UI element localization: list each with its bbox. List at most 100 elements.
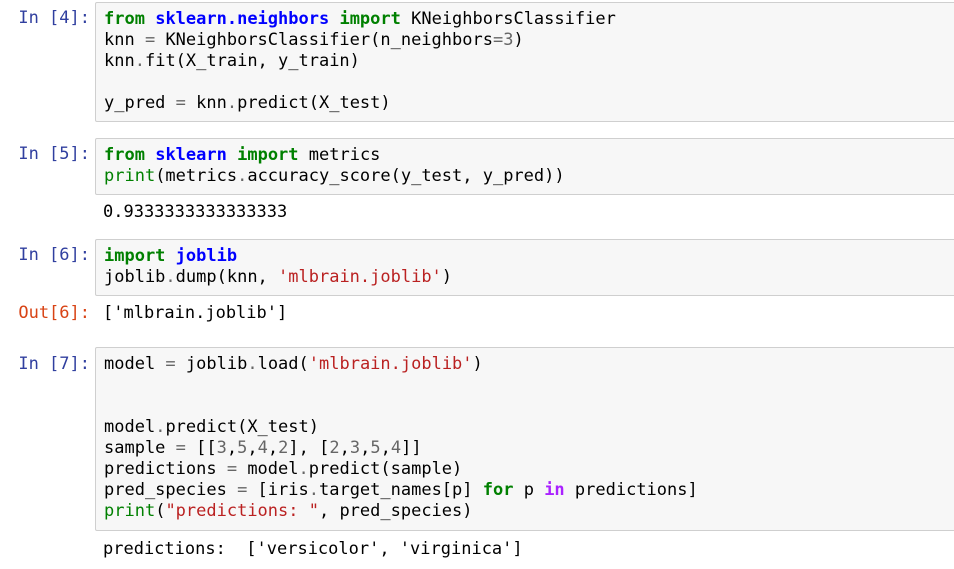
code-token: model <box>104 417 156 437</box>
code-token: 3 <box>349 438 361 458</box>
code-token: . <box>247 354 258 374</box>
code-token: predictions <box>104 459 227 479</box>
code-token: sample <box>104 438 176 458</box>
code-token: 4 <box>390 438 402 458</box>
code-token: joblib <box>175 354 248 374</box>
code-token: [[ <box>185 438 217 458</box>
code-token: metrics <box>298 145 381 165</box>
code-token: = <box>226 459 238 479</box>
code-token: = <box>492 30 504 50</box>
code-token: , <box>339 438 350 458</box>
code-token: ) <box>441 267 453 287</box>
code-input-area[interactable]: import joblib joblib.dump(knn, 'mlbrain.j… <box>95 239 954 296</box>
code-token: in <box>544 480 565 500</box>
code-token: p <box>513 480 545 500</box>
code-token: for <box>482 480 514 500</box>
code-line: predictions = model.predict(sample) <box>104 459 698 480</box>
code-block: from sklearn import metrics print(metrics… <box>104 145 565 187</box>
code-block: import joblib joblib.dump(knn, 'mlbrain.j… <box>104 246 452 288</box>
code-token: dump(knn, <box>175 267 279 287</box>
code-token: . <box>134 51 145 71</box>
code-line: y_pred = knn.predict(X_test) <box>104 93 616 114</box>
code-token: 2 <box>329 438 340 458</box>
code-token: "predictions: " <box>165 501 319 521</box>
code-token: knn <box>104 30 145 50</box>
code-line: sample = [[3,5,4,2], [2,3,5,4]] <box>104 438 698 459</box>
code-token: [iris <box>247 480 309 500</box>
code-token: fit(X_train, y_train) <box>144 51 360 71</box>
code-token: 'mlbrain.joblib' <box>308 354 473 374</box>
code-token: . <box>237 166 248 186</box>
input-prompt: In [6]: <box>18 245 90 265</box>
code-token: pred_species <box>104 480 238 500</box>
code-token: import <box>104 246 166 266</box>
code-line: import joblib <box>104 246 452 267</box>
code-token: import <box>237 145 299 165</box>
code-token: 'mlbrain.joblib' <box>278 267 442 287</box>
code-token: 3 <box>503 30 514 50</box>
code-token: = <box>175 93 186 113</box>
code-token: from <box>104 145 145 165</box>
code-token: y_pred <box>104 93 176 113</box>
code-line: model.predict(X_test) <box>104 417 698 438</box>
code-token: . <box>308 480 319 500</box>
code-token: from <box>104 9 145 29</box>
code-token: , <box>380 438 391 458</box>
code-line: from sklearn.neighbors import KNeighbors… <box>104 9 616 30</box>
code-token: . <box>298 459 309 479</box>
code-token: = <box>175 438 186 458</box>
cell-output: 0.9333333333333333 <box>103 202 288 222</box>
code-token: (metrics <box>155 166 238 186</box>
code-token: knn <box>185 93 227 113</box>
code-token: , <box>226 438 238 458</box>
code-token: predict(X_test) <box>237 93 391 113</box>
code-input-area[interactable]: from sklearn.neighbors import KNeighbors… <box>95 2 954 122</box>
code-token: joblib <box>104 267 166 287</box>
input-prompt: In [5]: <box>18 144 90 164</box>
code-token: , <box>360 438 371 458</box>
cell-output: predictions: ['versicolor', 'virginica'] <box>103 539 523 559</box>
code-block: from sklearn.neighbors import KNeighbors… <box>104 9 616 114</box>
code-line: knn = KNeighborsClassifier(n_neighbors=3… <box>104 30 616 51</box>
input-prompt: In [7]: <box>18 354 90 374</box>
code-token: ) <box>472 354 483 374</box>
code-token: . <box>155 417 166 437</box>
input-prompt: In [4]: <box>18 8 90 28</box>
code-token: 3 <box>216 438 227 458</box>
code-block: model = joblib.load('mlbrain.joblib') mod… <box>104 354 698 522</box>
code-line: joblib.dump(knn, 'mlbrain.joblib') <box>104 267 452 288</box>
code-line: model = joblib.load('mlbrain.joblib') <box>104 354 698 375</box>
code-token: ]] <box>401 438 422 458</box>
cell-output: ['mlbrain.joblib'] <box>103 303 288 323</box>
code-token: predict(X_test) <box>165 417 319 437</box>
code-line: knn.fit(X_train, y_train) <box>104 51 616 72</box>
code-line: from sklearn import metrics <box>104 145 565 166</box>
code-token: 5 <box>370 438 381 458</box>
code-token: KNeighborsClassifier(n_neighbors <box>155 30 493 50</box>
code-token: = <box>237 480 248 500</box>
code-token: target_names[p] <box>318 480 483 500</box>
code-token: 5 <box>237 438 248 458</box>
code-token: joblib <box>175 246 238 266</box>
code-token: load( <box>257 354 309 374</box>
code-token: , pred_species) <box>318 501 473 521</box>
code-token: predict(sample) <box>308 459 463 479</box>
code-token: ], [ <box>288 438 330 458</box>
code-input-area[interactable]: model = joblib.load('mlbrain.joblib') mod… <box>95 347 954 531</box>
code-token: , <box>267 438 279 458</box>
code-line: print(metrics.accuracy_score(y_test, y_p… <box>104 166 565 187</box>
code-token: = <box>165 354 176 374</box>
code-input-area[interactable]: from sklearn import metrics print(metrics… <box>95 138 954 195</box>
code-token: ) <box>513 30 524 50</box>
code-line: print("predictions: ", pred_species) <box>104 501 698 522</box>
code-token: 4 <box>257 438 268 458</box>
output-prompt: Out[6]: <box>18 303 90 323</box>
